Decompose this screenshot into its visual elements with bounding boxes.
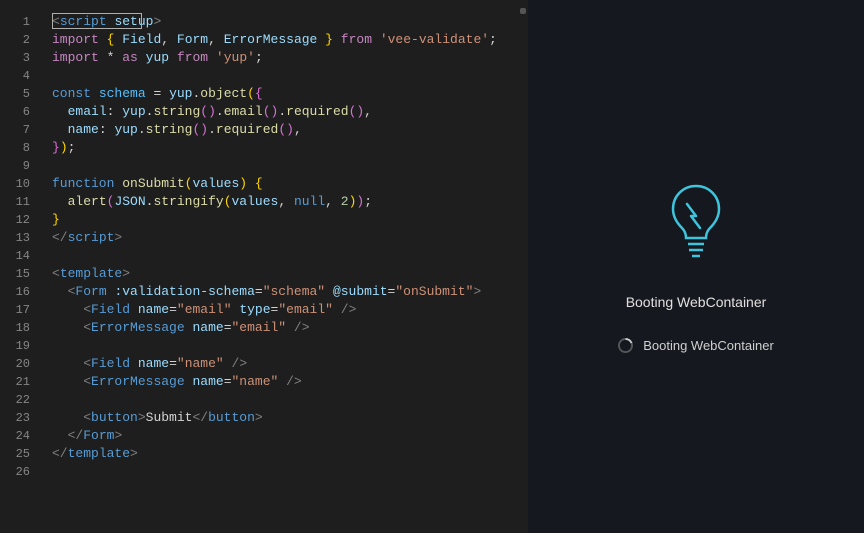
line-number: 13 — [0, 229, 44, 247]
line-number: 23 — [0, 409, 44, 427]
code-line[interactable]: import * as yup from 'yup'; — [44, 49, 518, 67]
code-line[interactable]: <Field name="email" type="email" /> — [44, 301, 518, 319]
line-number: 20 — [0, 355, 44, 373]
line-number: 7 — [0, 121, 44, 139]
line-number: 2 — [0, 31, 44, 49]
line-number: 19 — [0, 337, 44, 355]
line-number: 16 — [0, 283, 44, 301]
line-number: 3 — [0, 49, 44, 67]
lightbulb-icon — [666, 180, 726, 262]
line-number: 10 — [0, 175, 44, 193]
loading-spinner-icon — [618, 338, 633, 353]
code-line[interactable] — [44, 337, 518, 355]
code-line[interactable]: email: yup.string().email().required(), — [44, 103, 518, 121]
scrollbar-thumb[interactable] — [520, 8, 526, 14]
code-line[interactable]: <Field name="name" /> — [44, 355, 518, 373]
code-line[interactable]: <ErrorMessage name="email" /> — [44, 319, 518, 337]
line-number: 21 — [0, 373, 44, 391]
line-number-gutter: 1234567891011121314151617181920212223242… — [0, 0, 44, 533]
boot-title: Booting WebContainer — [626, 294, 767, 310]
code-line[interactable]: </template> — [44, 445, 518, 463]
code-line[interactable] — [44, 67, 518, 85]
vertical-scrollbar[interactable] — [518, 0, 528, 533]
line-number: 24 — [0, 427, 44, 445]
line-number: 25 — [0, 445, 44, 463]
line-number: 1 — [0, 13, 44, 31]
line-number: 9 — [0, 157, 44, 175]
line-number: 12 — [0, 211, 44, 229]
line-number: 6 — [0, 103, 44, 121]
code-area[interactable]: <script setup>import { Field, Form, Erro… — [44, 0, 518, 533]
code-line[interactable]: const schema = yup.object({ — [44, 85, 518, 103]
code-line[interactable]: <button>Submit</button> — [44, 409, 518, 427]
code-editor[interactable]: 1234567891011121314151617181920212223242… — [0, 0, 528, 533]
line-number: 5 — [0, 85, 44, 103]
line-number: 4 — [0, 67, 44, 85]
line-number: 14 — [0, 247, 44, 265]
boot-status-row: Booting WebContainer — [618, 338, 774, 353]
code-line[interactable]: </script> — [44, 229, 518, 247]
code-line[interactable] — [44, 463, 518, 481]
code-line[interactable]: </Form> — [44, 427, 518, 445]
line-number: 8 — [0, 139, 44, 157]
line-number: 22 — [0, 391, 44, 409]
preview-panel: Booting WebContainer Booting WebContaine… — [528, 0, 864, 533]
code-line[interactable] — [44, 247, 518, 265]
code-line[interactable]: function onSubmit(values) { — [44, 175, 518, 193]
code-line[interactable]: alert(JSON.stringify(values, null, 2)); — [44, 193, 518, 211]
code-line[interactable]: <ErrorMessage name="name" /> — [44, 373, 518, 391]
line-number: 15 — [0, 265, 44, 283]
code-line[interactable]: } — [44, 211, 518, 229]
code-line[interactable]: <Form :validation-schema="schema" @submi… — [44, 283, 518, 301]
line-number: 26 — [0, 463, 44, 481]
code-line[interactable]: import { Field, Form, ErrorMessage } fro… — [44, 31, 518, 49]
line-number: 18 — [0, 319, 44, 337]
code-line[interactable] — [44, 157, 518, 175]
line-number: 11 — [0, 193, 44, 211]
code-line[interactable]: <template> — [44, 265, 518, 283]
boot-status-text: Booting WebContainer — [643, 338, 774, 353]
code-line[interactable]: <script setup> — [44, 13, 518, 31]
code-line[interactable] — [44, 391, 518, 409]
code-line[interactable]: }); — [44, 139, 518, 157]
line-number: 17 — [0, 301, 44, 319]
code-line[interactable]: name: yup.string().required(), — [44, 121, 518, 139]
